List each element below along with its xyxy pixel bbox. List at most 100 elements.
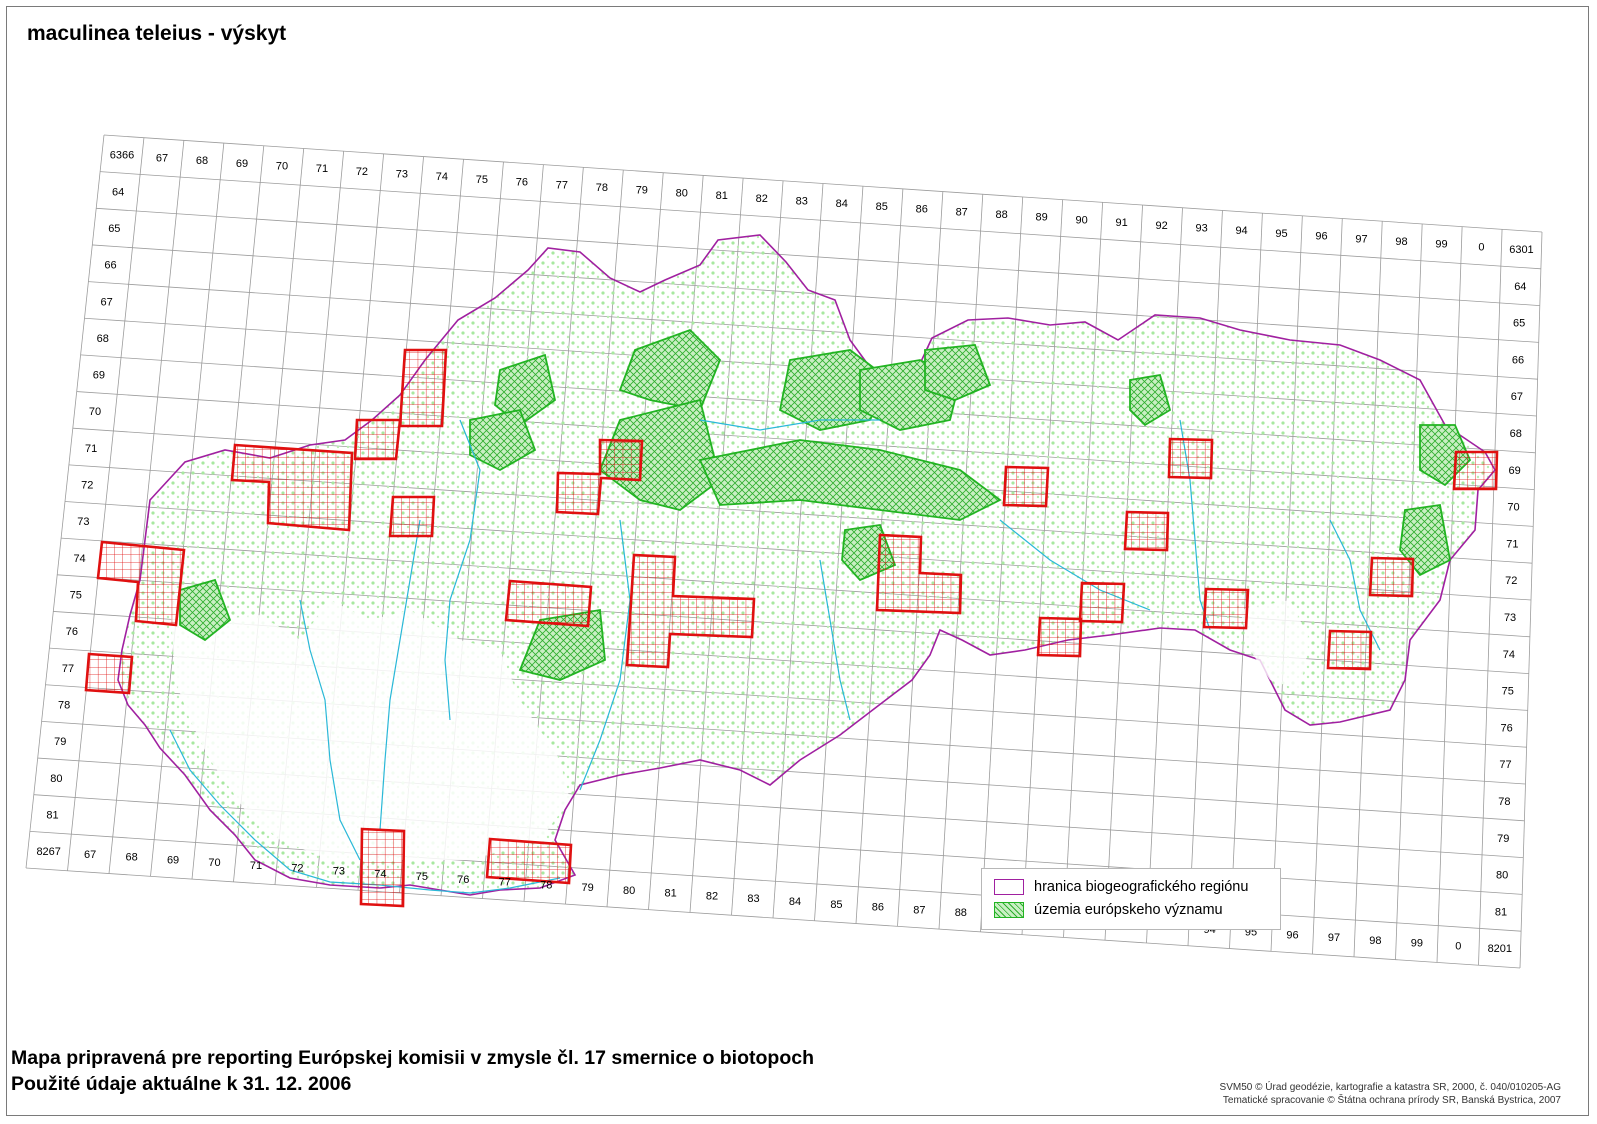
legend-label: územia európskeho významu (1034, 902, 1223, 918)
grid-label-bottom: 75 (416, 871, 428, 883)
occurrence-square (84, 652, 134, 695)
grid-label-bottom: 99 (1411, 938, 1423, 950)
country-territory (117, 234, 1496, 896)
occurrence-square (353, 418, 402, 461)
grid-label-left: 65 (108, 223, 120, 235)
grid-label-left: 68 (97, 333, 109, 345)
grid-label-right: 64 (1514, 281, 1526, 293)
grid-label-top: 81 (716, 190, 728, 202)
legend-label: hranica biogeografického regiónu (1034, 879, 1249, 895)
grid-label-top: 0 (1478, 241, 1484, 253)
occurrence-square (1078, 581, 1126, 624)
legend-item-region-border: hranica biogeografického regiónu (994, 877, 1248, 897)
grid-label-bottom: 87 (913, 904, 925, 916)
grid-label-left: 64 (112, 186, 124, 198)
grid-line (100, 171, 1541, 270)
footer-line-2: Použité údaje aktuálne k 31. 12. 2006 (11, 1073, 352, 1095)
footer-credits: SVM50 © Úrad geodézie, kartografie a kat… (1220, 1081, 1561, 1107)
occurrence-square (1326, 629, 1373, 671)
grid-label-bottom: 79 (582, 882, 594, 894)
grid-label-top: 97 (1355, 233, 1367, 245)
grid-label-bottom: 98 (1369, 935, 1381, 947)
grid-label-bottom: 72 (291, 863, 303, 875)
grid-label-left: 77 (62, 663, 74, 675)
grid-label-top: 6301 (1509, 244, 1533, 256)
grid-label-top: 89 (1036, 212, 1048, 224)
grid-label-top: 69 (236, 158, 248, 170)
grid-label-right: 79 (1497, 833, 1509, 845)
grid-label-right: 69 (1509, 465, 1521, 477)
grid-label-top: 83 (796, 196, 808, 208)
grid-line (103, 134, 1543, 233)
credit-line-1: SVM50 © Úrad geodézie, kartografie a kat… (1219, 1082, 1561, 1093)
grid-label-top: 68 (196, 155, 208, 167)
grid-label-top: 78 (596, 182, 608, 194)
grid-label-top: 86 (916, 204, 928, 216)
grid-label-top: 98 (1395, 236, 1407, 248)
occurrence-square (1123, 510, 1170, 552)
grid-label-top: 70 (276, 160, 288, 172)
grid-label-bottom: 80 (623, 885, 635, 897)
grid-label-top: 75 (476, 174, 488, 186)
grid-label-left: 78 (58, 699, 70, 711)
grid-label-top: 71 (316, 163, 328, 175)
grid-label-top: 74 (436, 171, 448, 183)
grid-label-left: 69 (93, 370, 105, 382)
grid-label-right: 77 (1499, 759, 1511, 771)
grid-line (25, 867, 1521, 969)
grid-label-left: 74 (73, 553, 85, 565)
grid-label-top: 72 (356, 166, 368, 178)
grid-label-top: 77 (556, 179, 568, 191)
grid-label-right: 70 (1507, 502, 1519, 514)
grid-label-bottom: 76 (457, 874, 469, 886)
grid-label-right: 66 (1512, 354, 1524, 366)
grid-label-right: 80 (1496, 870, 1508, 882)
grid-label-bottom: 8267 (36, 846, 60, 858)
grid-label-top: 73 (396, 169, 408, 181)
grid-label-right: 67 (1511, 391, 1523, 403)
grid-label-top: 88 (996, 209, 1008, 221)
grid-label-left: 72 (81, 480, 93, 492)
grid-label-left: 80 (50, 773, 62, 785)
grid-label-bottom: 69 (167, 854, 179, 866)
grid-label-bottom: 84 (789, 896, 801, 908)
grid-label-top: 94 (1235, 225, 1247, 237)
legend-item-protected-area: územia európskeho významu (994, 900, 1223, 920)
grid-label-top: 84 (836, 198, 848, 210)
map-canvas: 6366 67 68 69 70 71 72 73 74 75 76 77 78 79 80 81 82 83 84… (25, 134, 1543, 969)
grid-label-top: 87 (956, 206, 968, 218)
grid-label-top: 6366 (110, 150, 134, 162)
grid-label-bottom: 78 (540, 879, 552, 891)
footer-line-1: Mapa pripravená pre reporting Európskej … (11, 1047, 814, 1069)
grid-label-top: 67 (156, 152, 168, 164)
occurrence-square (1002, 465, 1050, 508)
grid-label-right: 72 (1505, 575, 1517, 587)
grid-label-bottom: 74 (374, 868, 386, 880)
occurrence-square (1202, 587, 1250, 630)
occurrence-square (1167, 437, 1214, 480)
grid-label-top: 80 (676, 187, 688, 199)
grid-label-top: 99 (1435, 239, 1447, 251)
grid-label-bottom: 71 (250, 860, 262, 872)
grid-label-top: 79 (636, 185, 648, 197)
occurrence-square (398, 348, 448, 428)
grid-label-bottom: 73 (333, 865, 345, 877)
grid-label-top: 91 (1116, 217, 1128, 229)
occurrence-square (1036, 616, 1083, 658)
occurrence-square (388, 495, 436, 538)
grid-label-bottom: 88 (955, 907, 967, 919)
grid-label-left: 76 (66, 626, 78, 638)
grid-label-bottom: 68 (125, 852, 137, 864)
occurrence-square (1452, 450, 1499, 491)
grid-label-bottom: 97 (1328, 932, 1340, 944)
grid-label-top: 92 (1155, 220, 1167, 232)
region-border-swatch-icon (994, 879, 1024, 895)
grid-label-top: 96 (1315, 231, 1327, 243)
grid-label-bottom: 8201 (1488, 943, 1512, 955)
grid-label-left: 67 (100, 296, 112, 308)
grid-label-right: 76 (1501, 722, 1513, 734)
grid-label-right: 68 (1510, 428, 1522, 440)
grid-label-top: 85 (876, 201, 888, 213)
occurrence-square (1368, 556, 1415, 598)
grid-label-left: 73 (77, 516, 89, 528)
